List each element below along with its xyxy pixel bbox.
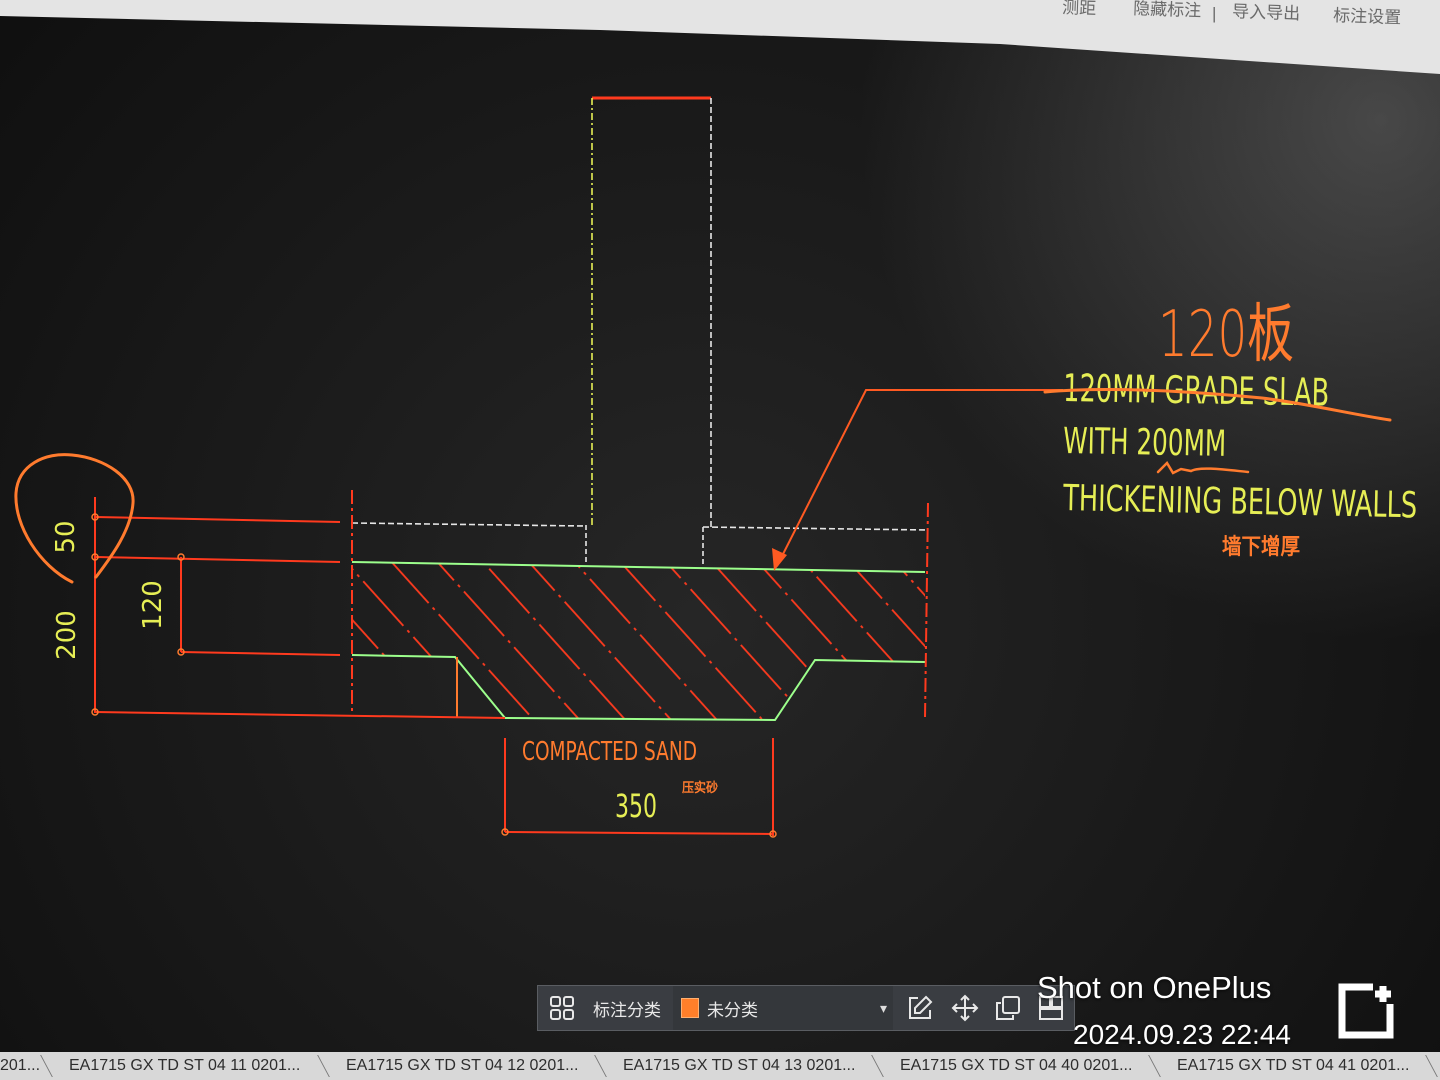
document-tab[interactable]: EA1715 GX TD ST 04 12 0201... — [332, 1052, 609, 1080]
category-select[interactable]: 未分类 ▾ — [673, 986, 893, 1030]
top-menu-annotation-settings[interactable]: 标注设置 — [1333, 6, 1402, 27]
dim-text-total: 200 — [52, 610, 82, 660]
handwritten-note: 120板 — [1158, 298, 1294, 372]
cad-drawing-canvas[interactable]: 测距 隐藏标注 | 导入导出 标注设置 50 120 200 COMPACTED… — [0, 0, 1440, 1080]
note-line-cn: 墙下增厚 — [1222, 534, 1300, 560]
tab-label: EA1715 GX TD ST 04 40 0201... — [900, 1057, 1133, 1074]
grid-icon[interactable] — [549, 986, 575, 1030]
top-menu-separator: | — [1212, 4, 1216, 23]
note-line-3: THICKENING BELOW WALLS — [1062, 478, 1417, 526]
document-tab[interactable]: 201... — [0, 1052, 55, 1080]
edit-icon[interactable] — [906, 986, 934, 1030]
top-menu-import-export[interactable]: 导入导出 — [1232, 2, 1301, 23]
document-tab[interactable]: EA1715 GX TD ST 04 13 0201... — [609, 1052, 886, 1080]
dim-text-top: 50 — [51, 520, 81, 553]
tab-label: EA1715 GX TD ST 04 41 0201... — [1177, 1057, 1410, 1074]
oneplus-logo-icon — [1337, 982, 1401, 1045]
move-icon[interactable] — [951, 986, 979, 1030]
document-tab-bar: 201... EA1715 GX TD ST 04 11 0201... EA1… — [0, 1052, 1440, 1080]
category-select-value: 未分类 — [707, 1000, 758, 1020]
category-color-swatch — [681, 998, 699, 1018]
annotation-toolbar: 标注分类 未分类 ▾ — [537, 985, 1075, 1031]
top-menu-measure[interactable]: 测距 — [1062, 0, 1097, 18]
watermark-brand: Shot on OnePlus — [1037, 970, 1272, 1005]
dim-text-width: 350 — [615, 787, 657, 825]
annotation-category-label: 标注分类 — [593, 1000, 661, 1020]
dim-text-slab: 120 — [138, 580, 168, 630]
document-tab[interactable]: EA1715 GX TD ST 04 41 0201... — [1163, 1052, 1440, 1080]
document-tab[interactable]: EA1715 GX TD ST 04 40 0201... — [886, 1052, 1163, 1080]
tab-label: EA1715 GX TD ST 04 12 0201... — [346, 1057, 579, 1074]
sand-label-cn: 压实砂 — [682, 780, 718, 796]
tab-label: EA1715 GX TD ST 04 11 0201... — [69, 1057, 301, 1074]
document-tab[interactable]: EA1715 GX TD ST 04 11 0201... — [55, 1052, 332, 1080]
note-line-2: WITH 200MM — [1063, 421, 1227, 465]
tab-label: EA1715 GX TD ST 04 13 0201... — [623, 1057, 856, 1074]
top-menu-hide-annotations[interactable]: 隐藏标注 — [1133, 0, 1202, 20]
watermark-timestamp: 2024.09.23 22:44 — [1073, 1019, 1291, 1050]
chevron-down-icon: ▾ — [879, 999, 887, 1016]
tab-label: 201... — [0, 1057, 41, 1074]
copy-icon[interactable] — [995, 986, 1021, 1030]
sand-label: COMPACTED SAND — [522, 737, 697, 767]
